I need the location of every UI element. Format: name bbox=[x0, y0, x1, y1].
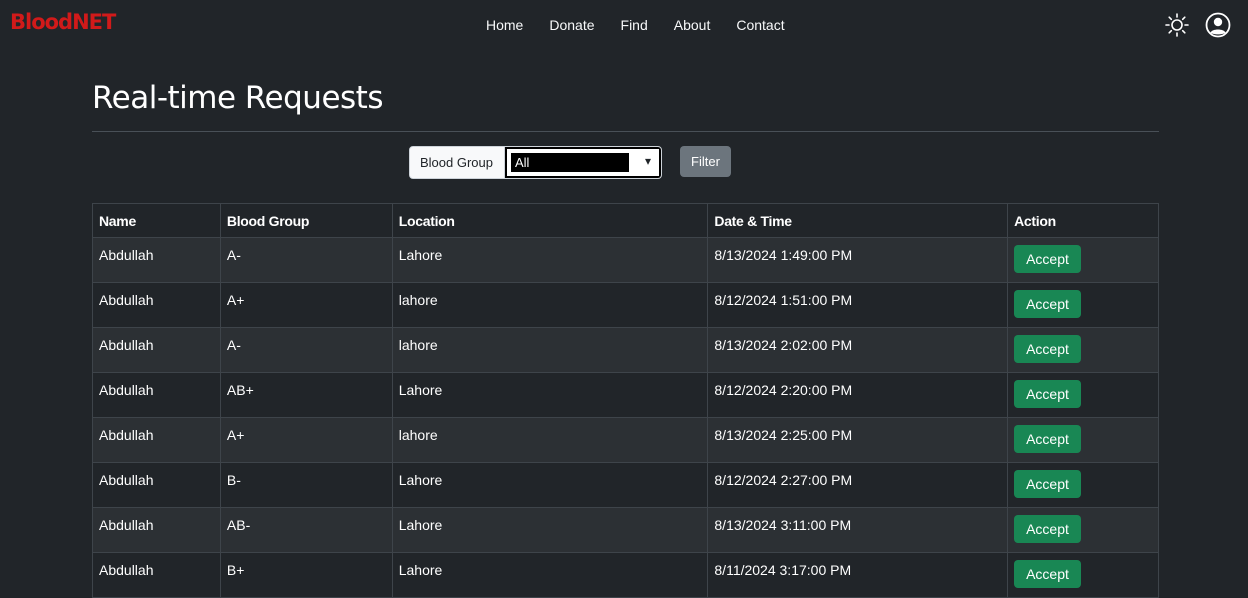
cell-action: Accept bbox=[1007, 327, 1159, 373]
filter-button[interactable]: Filter bbox=[680, 146, 731, 177]
blood-group-select[interactable]: All ▾ bbox=[505, 147, 661, 178]
cell-blood-group: A+ bbox=[219, 282, 393, 328]
divider bbox=[92, 131, 1159, 132]
nav-link-donate[interactable]: Donate bbox=[549, 17, 594, 33]
user-circle-icon[interactable] bbox=[1205, 12, 1231, 38]
cell-name: Abdullah bbox=[92, 327, 221, 373]
select-value: All bbox=[511, 153, 570, 172]
cell-name: Abdullah bbox=[92, 462, 221, 508]
brand-logo[interactable]: BloodNET bbox=[10, 10, 116, 34]
table-row: Abdullah AB+ Lahore 8/12/2024 2:20:00 PM… bbox=[92, 372, 1159, 418]
table-row: Abdullah A+ lahore 8/13/2024 2:25:00 PM … bbox=[92, 417, 1159, 463]
cell-location: Lahore bbox=[391, 237, 709, 283]
cell-blood-group: AB- bbox=[219, 507, 393, 553]
cell-date-time: 8/13/2024 2:02:00 PM bbox=[707, 327, 1009, 373]
header-action: Action bbox=[1007, 203, 1159, 238]
sun-icon[interactable] bbox=[1164, 12, 1190, 38]
accept-button[interactable]: Accept bbox=[1014, 515, 1081, 543]
accept-button[interactable]: Accept bbox=[1014, 290, 1081, 318]
cell-action: Accept bbox=[1007, 507, 1159, 553]
cell-blood-group: A- bbox=[219, 237, 393, 283]
header-blood-group: Blood Group bbox=[219, 203, 393, 238]
cell-name: Abdullah bbox=[92, 237, 221, 283]
accept-button[interactable]: Accept bbox=[1014, 560, 1081, 588]
cell-location: Lahore bbox=[391, 372, 709, 418]
page-title: Real-time Requests bbox=[92, 80, 383, 116]
cell-date-time: 8/11/2024 3:17:00 PM bbox=[707, 552, 1009, 598]
nav-link-contact[interactable]: Contact bbox=[736, 17, 784, 33]
accept-button[interactable]: Accept bbox=[1014, 335, 1081, 363]
cell-blood-group: B- bbox=[219, 462, 393, 508]
accept-button[interactable]: Accept bbox=[1014, 425, 1081, 453]
cell-action: Accept bbox=[1007, 237, 1159, 283]
cell-blood-group: B+ bbox=[219, 552, 393, 598]
table-row: Abdullah A- Lahore 8/13/2024 1:49:00 PM … bbox=[92, 237, 1159, 283]
cell-date-time: 8/12/2024 1:51:00 PM bbox=[707, 282, 1009, 328]
cell-name: Abdullah bbox=[92, 372, 221, 418]
cell-blood-group: AB+ bbox=[219, 372, 393, 418]
cell-blood-group: A+ bbox=[219, 417, 393, 463]
nav-link-about[interactable]: About bbox=[674, 17, 711, 33]
table-row: Abdullah B+ Lahore 8/11/2024 3:17:00 PM … bbox=[92, 552, 1159, 598]
cell-date-time: 8/13/2024 3:11:00 PM bbox=[707, 507, 1009, 553]
cell-name: Abdullah bbox=[92, 552, 221, 598]
accept-button[interactable]: Accept bbox=[1014, 380, 1081, 408]
cell-location: Lahore bbox=[391, 552, 709, 598]
header-name: Name bbox=[92, 203, 221, 238]
cell-date-time: 8/12/2024 2:20:00 PM bbox=[707, 372, 1009, 418]
accept-button[interactable]: Accept bbox=[1014, 470, 1081, 498]
cell-date-time: 8/13/2024 2:25:00 PM bbox=[707, 417, 1009, 463]
cell-action: Accept bbox=[1007, 417, 1159, 463]
navbar: BloodNET Home Donate Find About Contact bbox=[0, 0, 1248, 52]
cell-location: lahore bbox=[391, 282, 709, 328]
cell-location: lahore bbox=[391, 327, 709, 373]
cell-location: Lahore bbox=[391, 507, 709, 553]
table-row: Abdullah A+ lahore 8/12/2024 1:51:00 PM … bbox=[92, 282, 1159, 328]
table-row: Abdullah AB- Lahore 8/13/2024 3:11:00 PM… bbox=[92, 507, 1159, 553]
table-row: Abdullah A- lahore 8/13/2024 2:02:00 PM … bbox=[92, 327, 1159, 373]
nav-link-find[interactable]: Find bbox=[621, 17, 648, 33]
nav-links: Home Donate Find About Contact bbox=[486, 17, 811, 33]
table-row: Abdullah B- Lahore 8/12/2024 2:27:00 PM … bbox=[92, 462, 1159, 508]
cell-date-time: 8/13/2024 1:49:00 PM bbox=[707, 237, 1009, 283]
requests-table: Name Blood Group Location Date & Time Ac… bbox=[92, 203, 1159, 598]
cell-name: Abdullah bbox=[92, 507, 221, 553]
table-header-row: Name Blood Group Location Date & Time Ac… bbox=[92, 203, 1159, 238]
cell-action: Accept bbox=[1007, 282, 1159, 328]
cell-location: Lahore bbox=[391, 462, 709, 508]
cell-name: Abdullah bbox=[92, 282, 221, 328]
cell-location: lahore bbox=[391, 417, 709, 463]
cell-blood-group: A- bbox=[219, 327, 393, 373]
chevron-down-icon: ▾ bbox=[644, 154, 651, 168]
accept-button[interactable]: Accept bbox=[1014, 245, 1081, 273]
cell-date-time: 8/12/2024 2:27:00 PM bbox=[707, 462, 1009, 508]
blood-group-filter: Blood Group All ▾ bbox=[409, 146, 662, 179]
cell-action: Accept bbox=[1007, 372, 1159, 418]
cell-action: Accept bbox=[1007, 552, 1159, 598]
cell-action: Accept bbox=[1007, 462, 1159, 508]
header-location: Location bbox=[391, 203, 709, 238]
header-date-time: Date & Time bbox=[707, 203, 1009, 238]
cell-name: Abdullah bbox=[92, 417, 221, 463]
filter-label: Blood Group bbox=[410, 147, 505, 178]
nav-link-home[interactable]: Home bbox=[486, 17, 523, 33]
